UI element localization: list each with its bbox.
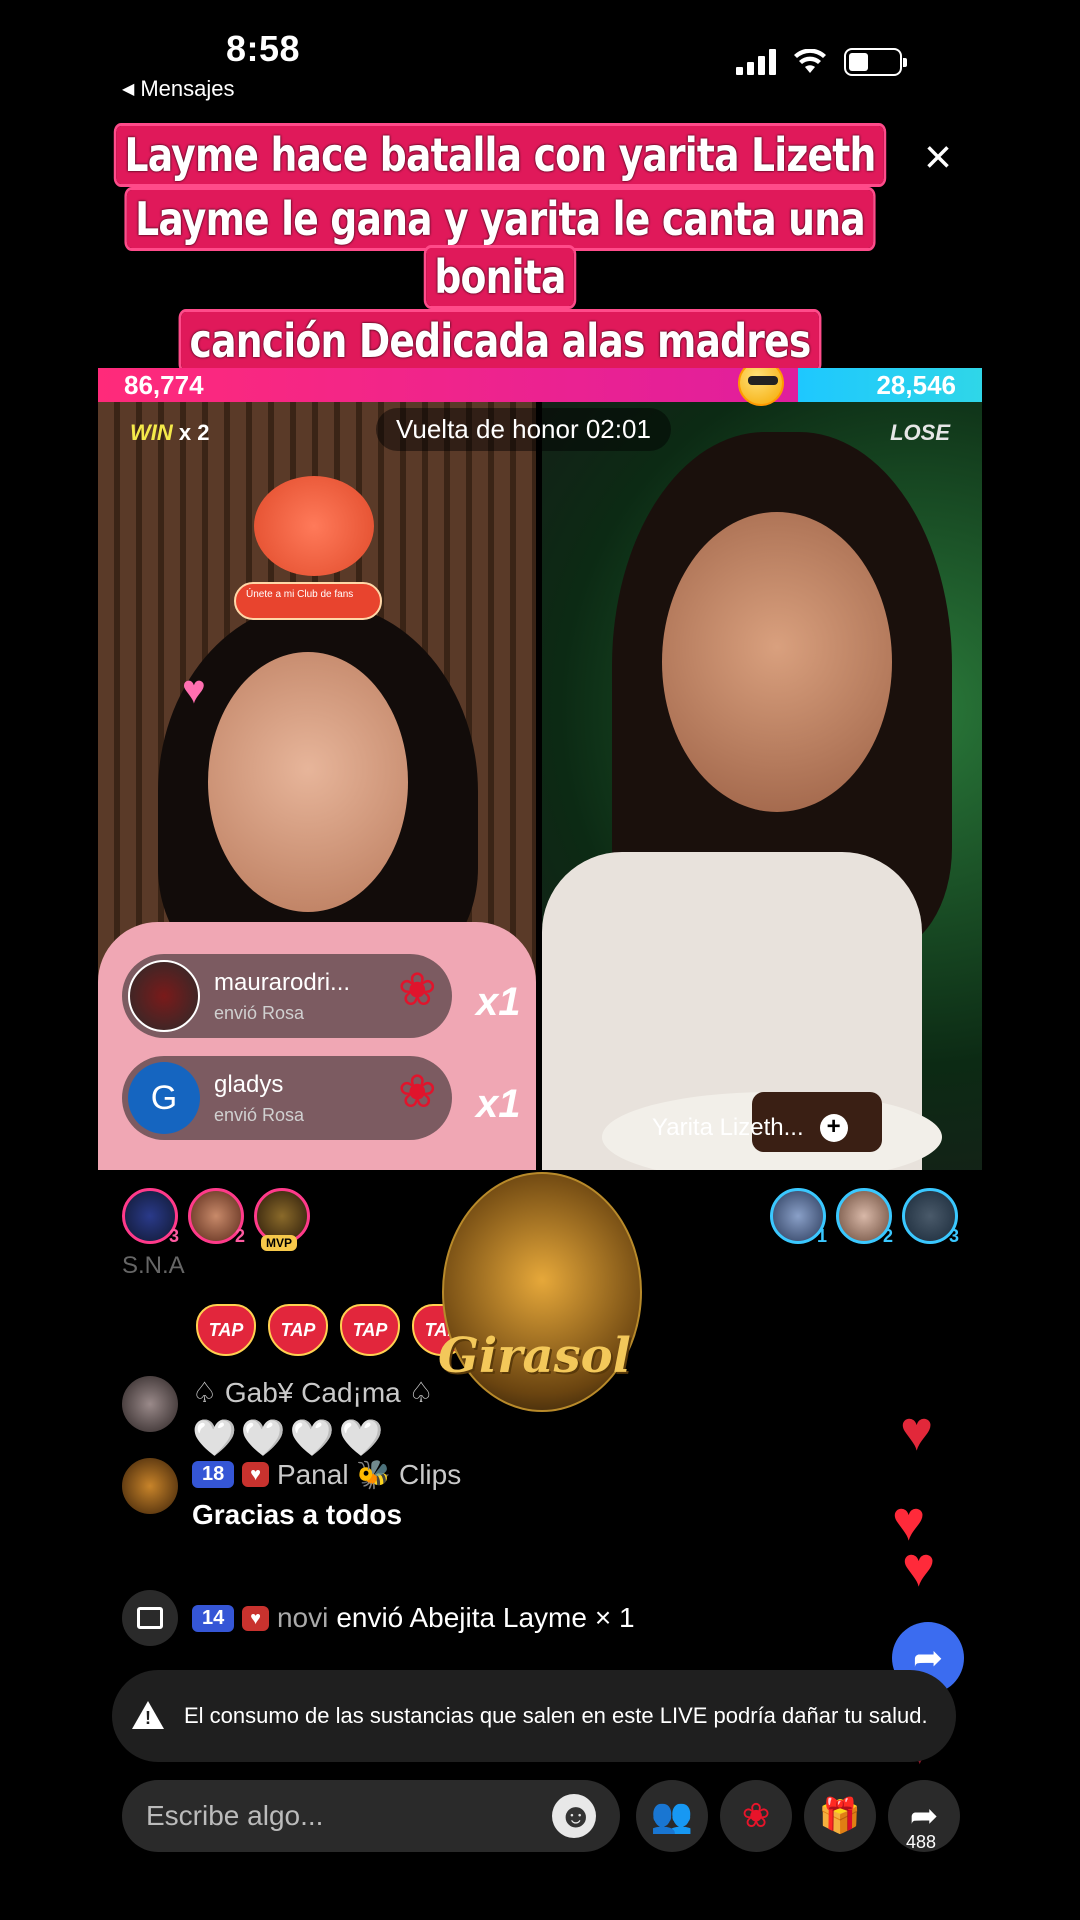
rose-icon: ❀: [398, 963, 437, 1015]
gift-icon[interactable]: 🎁: [804, 1780, 876, 1852]
chat-username[interactable]: ♤ Gab¥ Cad¡ma ♤: [192, 1376, 434, 1409]
avatar[interactable]: [122, 1376, 178, 1432]
comment-bar: [122, 1780, 620, 1852]
supporter-avatar[interactable]: 3: [902, 1188, 959, 1246]
wifi-icon: [794, 49, 826, 73]
battle-panel: 86,774 28,546 WIN x 2 LOSE Vuelta de hon…: [98, 368, 982, 1170]
gift-sender: maurarodri...: [214, 968, 351, 996]
gift-notification[interactable]: maurarodri... envió Rosa ❀: [122, 954, 452, 1038]
chat-text: envió Abejita Layme: [336, 1602, 587, 1633]
avatar: G: [128, 1062, 200, 1134]
status-time: 8:58: [226, 28, 301, 69]
supporter-avatar[interactable]: 2: [836, 1188, 893, 1246]
gift-count: x1: [476, 980, 521, 1024]
heart-icon: ♥: [900, 1399, 934, 1462]
chat-text: 🤍🤍🤍🤍: [192, 1417, 388, 1458]
supporter-avatar[interactable]: 1: [770, 1188, 827, 1246]
mascot-icon: [254, 476, 374, 576]
heart-sticker-icon: ♥: [182, 668, 206, 712]
back-arrow-icon: ◀: [122, 81, 135, 98]
fan-badge-icon: ♥: [242, 1462, 269, 1487]
battle-score-bar: [98, 368, 982, 402]
gift-action: envió Rosa: [214, 1104, 305, 1125]
back-to-messages[interactable]: ◀ Mensajes: [122, 76, 234, 102]
back-label: Mensajes: [140, 76, 235, 101]
tap-stickers: TAP TAP TAP TAP: [196, 1304, 472, 1356]
fan-badge-icon: ♥: [242, 1605, 269, 1631]
gift-chat-message[interactable]: 14 ♥ novi envió Abejita Layme × 1: [122, 1590, 635, 1646]
caption-overlay: Layme hace batalla con yarita Lizeth Lay…: [0, 126, 1000, 376]
gift-notification[interactable]: G gladys envió Rosa ❀: [122, 1056, 452, 1140]
caption-line-1: Layme hace batalla con yarita Lizeth: [116, 126, 884, 184]
safety-warning: El consumo de las sustancias que salen e…: [112, 1670, 956, 1762]
tap-sticker: TAP: [340, 1304, 400, 1356]
chat-username[interactable]: Panal 🐝 Clips: [277, 1458, 461, 1491]
avatar: [128, 960, 200, 1032]
opponent-score: 28,546: [876, 370, 956, 400]
avatar[interactable]: [122, 1458, 178, 1514]
signal-icon: [736, 49, 776, 75]
tap-sticker: TAP: [268, 1304, 328, 1356]
opponent-name: Yarita Lizeth...: [652, 1114, 804, 1141]
gift-action: envió Rosa: [214, 1002, 305, 1023]
win-multiplier: x 2: [178, 420, 210, 445]
status-icons: [736, 48, 907, 76]
chat-message[interactable]: 18 ♥ Panal 🐝 Clips Gracias a todos: [122, 1458, 461, 1531]
chat-username[interactable]: novi: [277, 1602, 328, 1634]
chat-partial-row: S.N.A: [122, 1252, 185, 1279]
chat-text: Gracias a todos: [192, 1499, 403, 1530]
chat-message[interactable]: ♤ Gab¥ Cad¡ma ♤ 🤍🤍🤍🤍: [122, 1376, 434, 1459]
comment-input[interactable]: [146, 1800, 552, 1832]
opponent-tag[interactable]: Yarita Lizeth... +: [652, 1114, 848, 1142]
supporter-avatar[interactable]: 2: [188, 1188, 245, 1246]
level-badge: 14: [192, 1604, 235, 1632]
supporter-avatar[interactable]: MVP: [254, 1188, 310, 1251]
close-icon[interactable]: ×: [924, 134, 952, 182]
follow-plus-icon[interactable]: +: [819, 1114, 848, 1142]
caption-line-2: Layme le gana y yarita le canta una boni…: [126, 190, 874, 306]
warning-icon: [132, 1701, 164, 1731]
join-fanclub-button[interactable]: Únete a mi Club de fans: [234, 582, 382, 620]
supporter-avatar[interactable]: 3: [122, 1188, 179, 1246]
level-badge: 18: [192, 1461, 235, 1488]
gift-icon: [122, 1590, 178, 1646]
battery-icon: [844, 48, 907, 76]
host-top-supporters: 3 2 MVP: [122, 1188, 310, 1251]
host-score: 86,774: [124, 370, 204, 400]
girasol-logo-text: Girasol: [438, 1328, 631, 1384]
opponent-top-supporters: 1 2 3: [770, 1188, 959, 1246]
gift-count: x1: [476, 1082, 521, 1126]
heart-icon: ♥: [902, 1535, 936, 1598]
round-timer: Vuelta de honor 02:01: [376, 408, 671, 451]
caption-line-3: canción Dedicada alas madres: [181, 312, 819, 370]
gift-sender: gladys: [214, 1070, 284, 1098]
warning-text: El consumo de las sustancias que salen e…: [184, 1703, 928, 1728]
rose-icon: ❀: [398, 1065, 437, 1117]
win-badge: WIN x 2: [130, 420, 209, 446]
people-icon[interactable]: 👥: [636, 1780, 708, 1852]
gift-count: × 1: [594, 1602, 635, 1633]
opponent-video[interactable]: [542, 402, 982, 1170]
win-label: WIN: [130, 420, 173, 445]
share-count: 488: [906, 1832, 937, 1852]
rose-icon[interactable]: ❀: [720, 1780, 792, 1852]
fanclub-widget[interactable]: Únete a mi Club de fans: [234, 476, 394, 636]
smile-icon[interactable]: [552, 1794, 596, 1838]
lose-badge: LOSE: [890, 420, 950, 445]
tap-sticker: TAP: [196, 1304, 256, 1356]
